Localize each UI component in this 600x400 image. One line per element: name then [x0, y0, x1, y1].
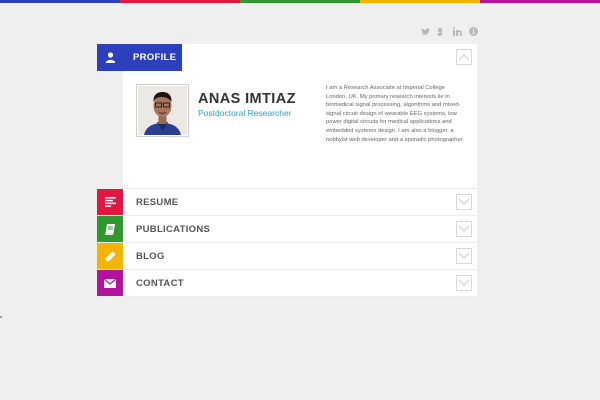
profile-name: ANAS IMTIAZ [198, 91, 296, 107]
profile-role: Postdoctoral Researcher [198, 108, 292, 118]
edge-marker [0, 316, 2, 318]
chevron-down-icon [458, 279, 470, 286]
color-stripe [0, 0, 600, 3]
avatar [136, 84, 189, 137]
user-icon [97, 44, 123, 71]
profile-photo [138, 86, 187, 135]
envelope-icon [97, 270, 123, 296]
resume-panel: RESUME [97, 189, 477, 216]
resume-label: RESUME [136, 196, 179, 208]
resume-icon [97, 189, 123, 215]
tab-profile[interactable]: PROFILE [97, 44, 182, 71]
profile-label: PROFILE [133, 52, 177, 63]
chevron-down-icon [458, 225, 470, 232]
info-icon[interactable] [469, 27, 478, 36]
profile-header[interactable]: PROFILE [97, 44, 477, 71]
blog-label: BLOG [136, 250, 165, 262]
chevron-up-icon [458, 54, 470, 61]
blog-panel: BLOG [97, 243, 477, 270]
social-links [421, 27, 478, 36]
expand-toggle[interactable] [456, 275, 472, 291]
profile-bio: I am a Research Associate at Imperial Co… [326, 85, 464, 143]
publications-label: PUBLICATIONS [136, 223, 211, 235]
contact-label: CONTACT [136, 277, 184, 289]
contact-panel: CONTACT [97, 270, 477, 297]
twitter-icon[interactable] [421, 27, 430, 36]
expand-toggle[interactable] [456, 248, 472, 264]
tab-resume[interactable]: RESUME [97, 189, 477, 215]
expand-toggle[interactable] [456, 194, 472, 210]
publications-panel: PUBLICATIONS [97, 216, 477, 243]
tab-blog[interactable]: BLOG [97, 243, 477, 269]
stripe-yellow [360, 0, 480, 3]
stripe-green [240, 0, 360, 3]
stripe-blue [0, 0, 120, 3]
google-plus-icon[interactable] [437, 27, 446, 36]
stripe-red [120, 0, 240, 3]
profile-panel: PROFILE ANAS IMTIAZ Postdoctoral Researc… [97, 44, 477, 189]
pencil-icon [97, 243, 123, 269]
collapse-toggle[interactable] [456, 49, 472, 65]
profile-gutter [97, 71, 123, 188]
profile-body: ANAS IMTIAZ Postdoctoral Researcher I am… [123, 71, 477, 188]
chevron-down-icon [458, 198, 470, 205]
stripe-purple [480, 0, 600, 3]
book-icon [97, 216, 123, 242]
expand-toggle[interactable] [456, 221, 472, 237]
tab-contact[interactable]: CONTACT [97, 270, 477, 296]
linkedin-icon[interactable] [453, 27, 462, 36]
tab-publications[interactable]: PUBLICATIONS [97, 216, 477, 242]
profile-accordion: PROFILE ANAS IMTIAZ Postdoctoral Researc… [97, 44, 477, 297]
chevron-down-icon [458, 252, 470, 259]
